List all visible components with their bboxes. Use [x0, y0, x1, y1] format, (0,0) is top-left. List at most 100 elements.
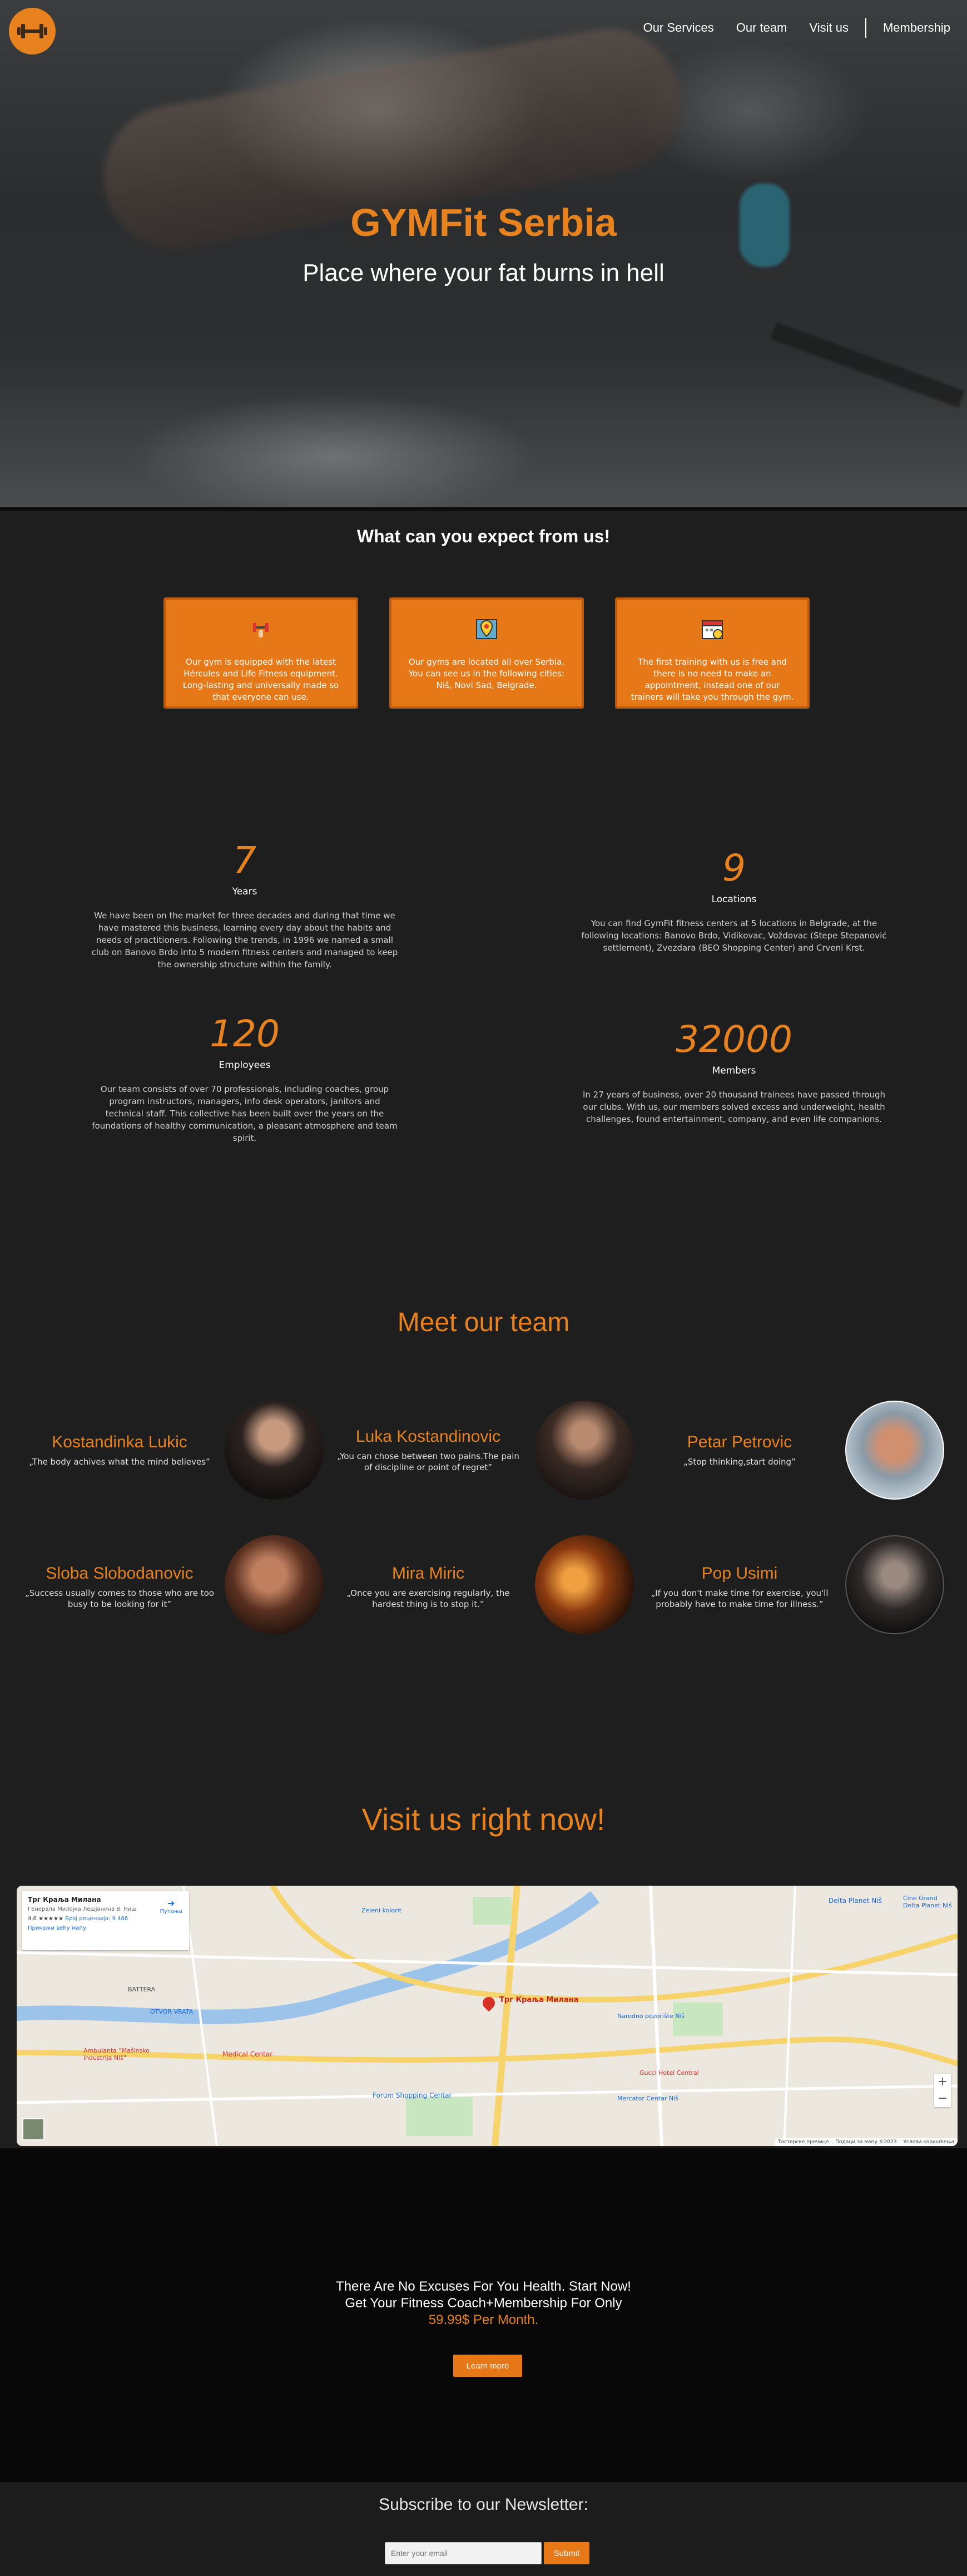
logo[interactable]	[9, 8, 56, 55]
team-title: Meet our team	[397, 1308, 570, 1337]
member-quote: „The body achives what the mind believes…	[29, 1457, 210, 1467]
member-quote: „Stop thinking,start doing”	[683, 1457, 796, 1467]
directions-icon: ➜	[167, 1898, 175, 1908]
stat-label: Locations	[711, 894, 757, 905]
feature-card-text: Our gyms are located all over Serbia. Yo…	[408, 657, 565, 690]
member-name: Petar Petrovic	[687, 1433, 792, 1451]
nav-visit-us[interactable]: Visit us	[798, 21, 860, 35]
nav-our-services[interactable]: Our Services	[632, 21, 725, 35]
member-quote: „If you don't make time for exercise, yo…	[651, 1588, 829, 1609]
map-footer-terms[interactable]: Услови коришћења	[904, 2139, 954, 2145]
map-zoom-controls[interactable]: + −	[934, 2074, 951, 2107]
stat-number: 32000	[676, 1018, 792, 1061]
hero-divider	[0, 507, 967, 511]
map-label: Mercator Centar Niš	[617, 2095, 678, 2102]
newsletter-title: Subscribe to our Newsletter:	[379, 2495, 588, 2514]
stat-description: In 27 years of business, over 20 thousan…	[582, 1090, 885, 1124]
stat-label: Employees	[219, 1060, 271, 1071]
member-photo	[535, 1535, 634, 1634]
stat-employees: 120 Employees Our team consists of over …	[89, 1012, 400, 1144]
feature-card-equipment: Our gym is equipped with the latest Hérc…	[163, 597, 358, 709]
zoom-out-icon[interactable]: −	[934, 2090, 951, 2107]
stat-label: Members	[712, 1065, 756, 1076]
hero-subtitle: Place where your fat burns in hell	[303, 259, 664, 286]
hero-title: GYMFit Serbia	[350, 201, 617, 244]
map-pin-icon	[480, 1994, 498, 2012]
nav-our-team[interactable]: Our team	[725, 21, 799, 35]
feature-card-text: Our gym is equipped with the latest Hérc…	[182, 657, 339, 702]
nav-separator	[865, 18, 866, 38]
stat-description: Our team consists of over 70 professiona…	[92, 1084, 398, 1143]
dumbbell-icon	[253, 623, 269, 637]
member-name: Luka Kostandinovic	[355, 1427, 501, 1446]
map-footer-shortcuts[interactable]: Тастерске пречице	[778, 2139, 829, 2145]
stat-members: 32000 Members In 27 years of business, o…	[578, 1018, 890, 1125]
team-member: Petar Petrovic „Stop thinking,start doin…	[651, 1433, 829, 1467]
map-pin[interactable]	[480, 1994, 498, 2012]
map-label: OTVOR VRATA	[150, 2008, 194, 2015]
stat-number: 9	[722, 847, 746, 889]
map-label: Cine Grand Delta Planet Niš	[903, 1895, 952, 1909]
map-footer-data: Подаци за мапу ©2023	[835, 2139, 897, 2145]
map-pin-icon	[476, 619, 497, 639]
newsletter-submit-button[interactable]: Submit	[544, 2542, 589, 2564]
map-label: Delta Planet Niš	[829, 1897, 882, 1905]
member-quote: „You can chose between two pains.The pai…	[337, 1451, 519, 1472]
team-member: Luka Kostandinovic „You can chose betwee…	[334, 1427, 523, 1473]
map-label: Medical Centar	[222, 2050, 273, 2058]
cta-line-1: There Are No Excuses For You Health. Sta…	[336, 2279, 631, 2294]
cta-line-2: Get Your Fitness Coach+Membership For On…	[345, 2296, 622, 2311]
member-photo	[225, 1401, 324, 1500]
team-member: Mira Miric „Once you are exercising regu…	[334, 1564, 523, 1610]
member-photo	[845, 1401, 944, 1500]
member-quote: „Success usually comes to those who are …	[25, 1588, 214, 1609]
map-embed[interactable]: Трг Краља Милана Генерала Милојка Лешјан…	[17, 1886, 958, 2146]
cta-text: There Are No Excuses For You Health. Sta…	[0, 2278, 967, 2328]
feature-card-free-training: The first training with us is free and t…	[615, 597, 810, 709]
map-label: Gucci Hotel Central	[639, 2069, 699, 2076]
calendar-icon	[702, 620, 723, 639]
map-footer: Тастерске пречице Подаци за мапу ©2023 У…	[775, 2138, 958, 2146]
stat-years: 7 Years We have been on the market for t…	[89, 839, 400, 971]
cta-price: 59.99$ Per Month.	[428, 2312, 539, 2327]
nav-membership[interactable]: Membership	[872, 21, 961, 35]
map-directions[interactable]: ➜ Путања	[160, 1898, 182, 1915]
stat-number: 120	[210, 1012, 280, 1055]
visit-title: Visit us right now!	[361, 1802, 606, 1837]
map-label: Narodno pozorište Niš	[617, 2013, 685, 2020]
map-label: Ambulanta "Mašinsko industrija Niš"	[83, 2047, 150, 2061]
map-label: Zeleni kolorit	[361, 1907, 402, 1914]
map-pin-label: Трг Краља Милана	[499, 1996, 579, 2004]
team-member: Kostandinka Lukic „The body achives what…	[28, 1433, 211, 1467]
map-layer-toggle[interactable]	[22, 2118, 44, 2140]
team-member: Sloba Slobodanovic „Success usually come…	[22, 1564, 217, 1610]
main-nav: Our Services Our team Visit us Membershi…	[632, 18, 961, 38]
map-larger-link[interactable]: Прикажи већу мапу	[28, 1925, 184, 1931]
member-photo	[845, 1535, 944, 1634]
stat-number: 7	[233, 839, 256, 882]
newsletter-email-input[interactable]	[385, 2542, 542, 2564]
member-name: Pop Usimi	[701, 1564, 778, 1583]
member-photo	[535, 1401, 634, 1500]
features-cards: Our gym is equipped with the latest Hérc…	[163, 597, 810, 709]
member-quote: „Once you are exercising regularly, the …	[346, 1588, 510, 1609]
dumbbell-icon	[17, 24, 47, 38]
member-name: Sloba Slobodanovic	[46, 1564, 194, 1583]
hero-background-bar	[770, 322, 965, 408]
member-photo	[225, 1535, 324, 1634]
map-label: BATTERA	[128, 1986, 156, 1993]
stat-description: You can find GymFit fitness centers at 5…	[581, 918, 887, 953]
zoom-in-icon[interactable]: +	[934, 2074, 951, 2090]
learn-more-button[interactable]: Learn more	[453, 2355, 522, 2377]
member-name: Kostandinka Lukic	[52, 1433, 187, 1451]
feature-card-locations: Our gyms are located all over Serbia. Yo…	[389, 597, 584, 709]
map-place-card[interactable]: Трг Краља Милана Генерала Милојка Лешјан…	[22, 1891, 189, 1950]
member-name: Mira Miric	[392, 1564, 464, 1583]
map-label: Forum Shopping Centar	[373, 2092, 452, 2099]
team-member: Pop Usimi „If you don't make time for ex…	[651, 1564, 829, 1610]
hero-section	[0, 0, 967, 507]
map-place-rating: 4,6 ★★★★★ Број рецензија: 9 486	[28, 1916, 128, 1922]
stat-description: We have been on the market for three dec…	[91, 911, 398, 970]
expect-title: What can you expect from us!	[356, 526, 611, 546]
stat-locations: 9 Locations You can find GymFit fitness …	[578, 847, 890, 954]
